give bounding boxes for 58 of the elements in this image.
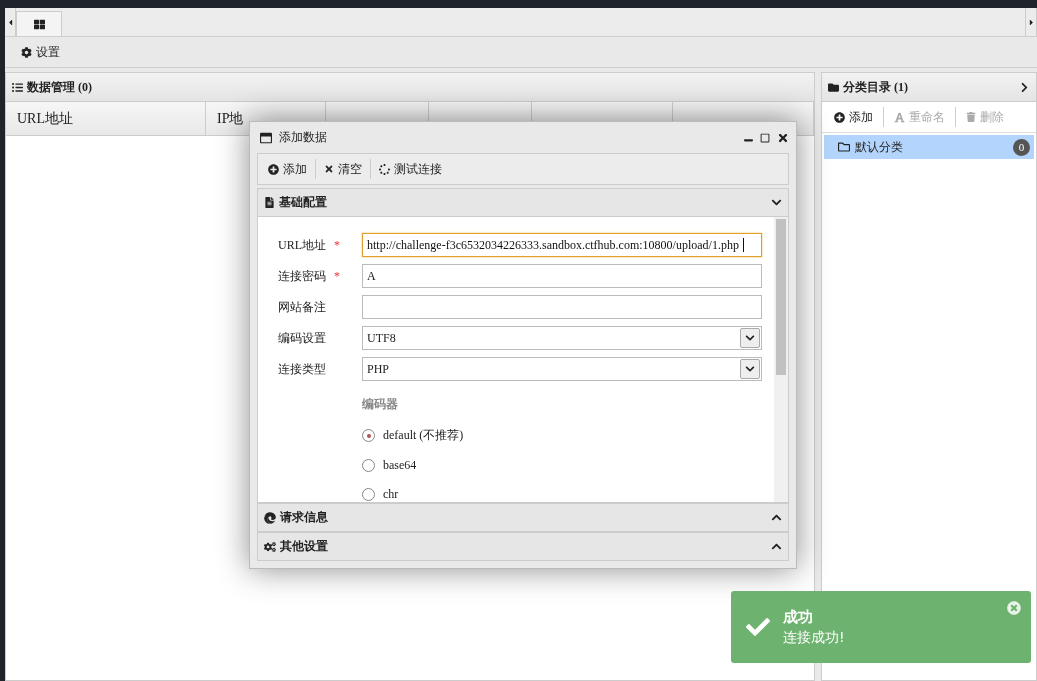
count-badge: 0 [1013, 138, 1030, 156]
list-icon [12, 81, 23, 93]
field-label: 连接密码 [278, 267, 327, 285]
scrollbar[interactable] [774, 217, 788, 502]
radio-button[interactable] [362, 459, 375, 472]
window-icon [260, 131, 272, 144]
radio-label: default (不推荐) [383, 427, 464, 444]
settings-icon [21, 46, 32, 58]
column-header[interactable]: URL地址 [6, 102, 206, 135]
required-mark: * [334, 237, 341, 253]
input-field[interactable]: http://challenge-f3c6532034226333.sandbox.ctfhub.com:10800/upload/1.php [362, 233, 762, 257]
browser-icon [264, 511, 276, 524]
radio-label: base64 [383, 458, 417, 473]
settings-button[interactable]: 设置 [17, 41, 64, 63]
chevron-up-icon [771, 541, 782, 552]
toolbar-button[interactable]: 添加 [264, 158, 311, 180]
chevron-down-icon [745, 333, 755, 343]
input-field[interactable] [362, 295, 762, 319]
encoder-label: 编码器 [362, 396, 399, 413]
field-label: 编码设置 [278, 329, 327, 347]
toast-title: 成功 [783, 607, 814, 627]
toolbar-button[interactable]: 测试连接 [375, 158, 446, 180]
panel-header: 分类目录 (1) [822, 73, 1036, 102]
radio-button[interactable] [362, 429, 375, 442]
field-label: URL地址 [278, 236, 327, 254]
chevron-down-icon [745, 364, 755, 374]
section-header[interactable]: 其他设置 [257, 532, 789, 561]
check-icon [746, 615, 770, 639]
home-tab[interactable] [16, 11, 62, 36]
radio-label: chr [383, 487, 399, 502]
chevron-up-icon [771, 512, 782, 523]
required-mark: * [334, 268, 341, 284]
select-field[interactable]: PHP [362, 357, 762, 381]
font-icon [894, 111, 905, 123]
trash-icon [966, 112, 976, 122]
gears-icon [264, 540, 276, 553]
chevron-right-icon[interactable] [1019, 81, 1030, 93]
radio-button[interactable] [362, 488, 375, 501]
close-icon[interactable] [777, 131, 789, 144]
toolbar-button[interactable]: 添加 [830, 106, 877, 128]
document-icon [264, 197, 275, 208]
panel-header: 数据管理 (0) [6, 73, 814, 102]
maximize-icon[interactable] [760, 132, 770, 143]
folder-icon [838, 141, 850, 153]
section-header[interactable]: 请求信息 [257, 503, 789, 532]
toast-message: 连接成功! [783, 628, 845, 647]
field-label: 连接类型 [278, 360, 327, 378]
field-label: 网站备注 [278, 298, 327, 316]
toolbar-button[interactable]: 清空 [320, 158, 366, 180]
section-header[interactable]: 基础配置 [257, 188, 789, 217]
category-item[interactable]: 默认分类 0 [824, 135, 1034, 159]
input-field[interactable]: A [362, 264, 762, 288]
grid-icon [33, 18, 45, 30]
chevron-down-icon [771, 197, 782, 208]
close-icon [324, 164, 334, 174]
select-field[interactable]: UTF8 [362, 326, 762, 350]
spinner-icon [379, 163, 390, 175]
folder-icon [828, 81, 839, 93]
